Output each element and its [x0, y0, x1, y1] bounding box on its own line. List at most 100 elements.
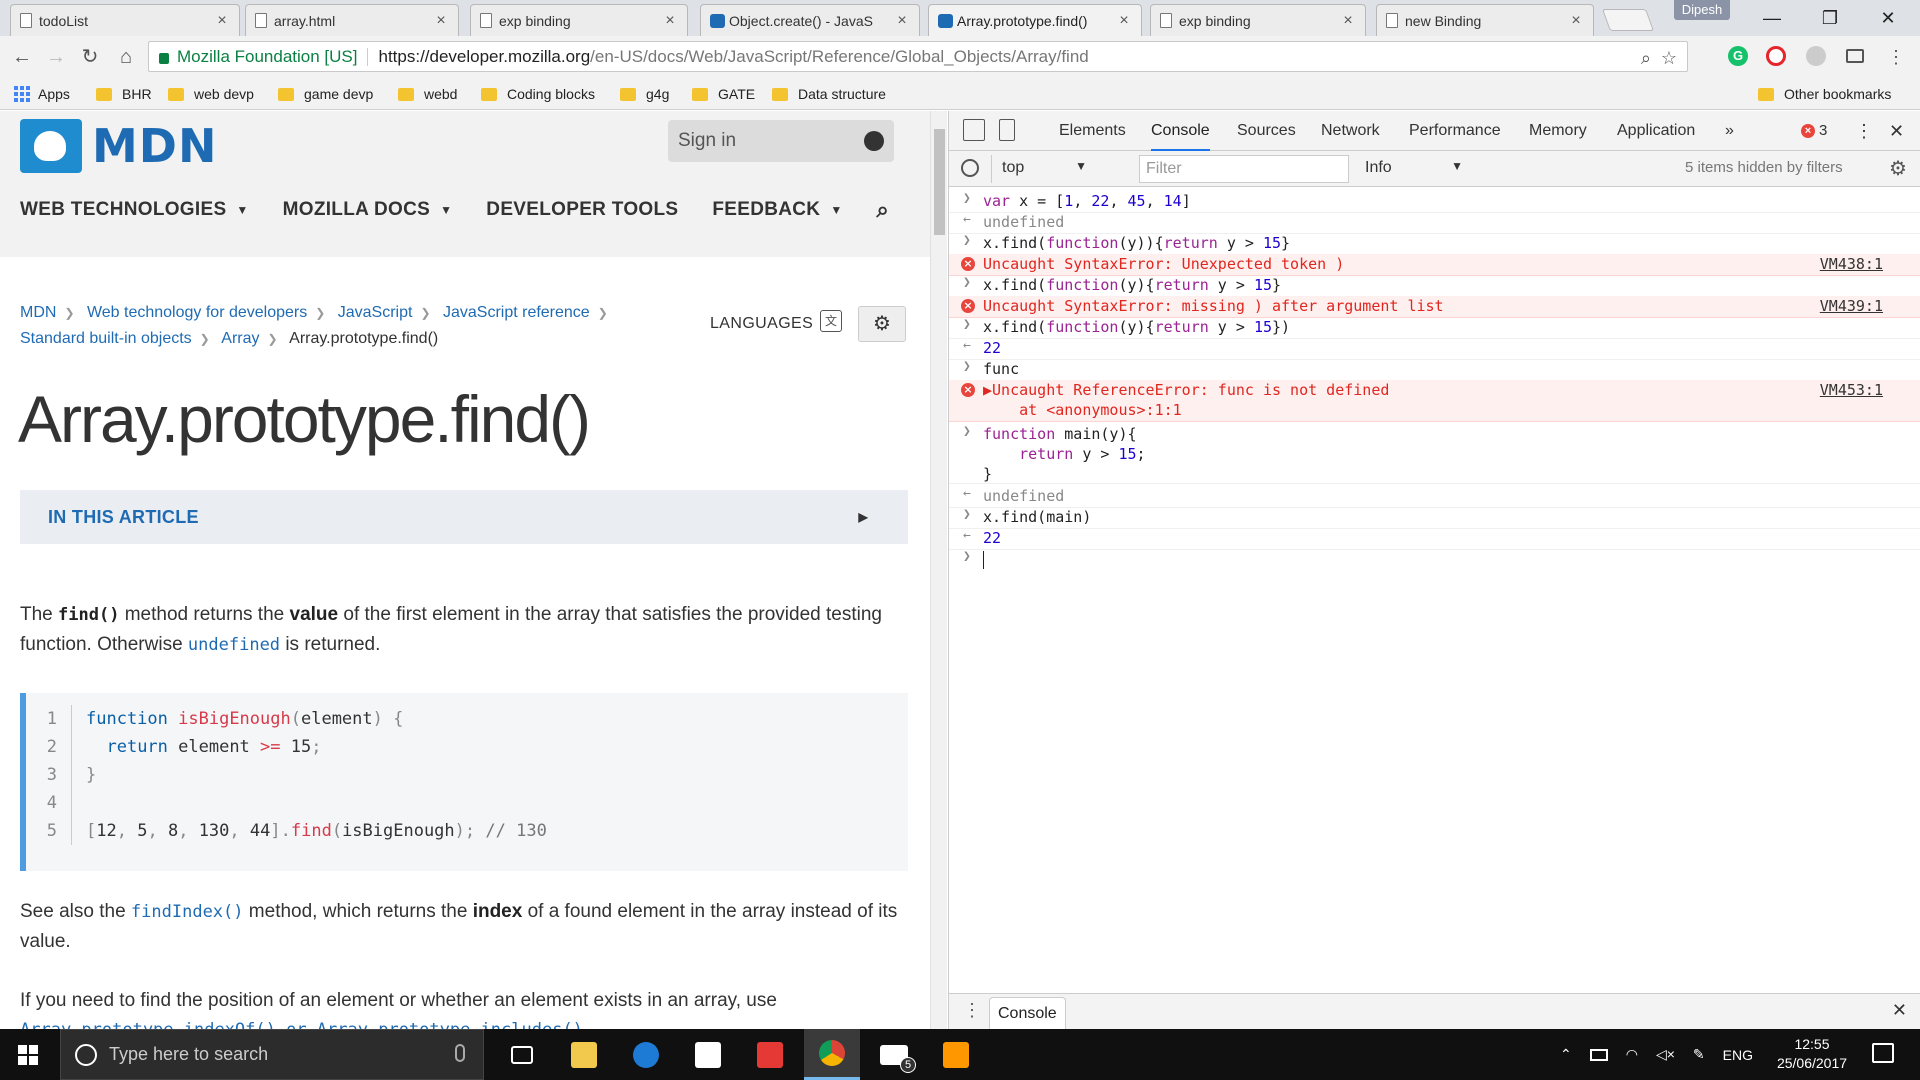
- bookmark-folder[interactable]: Coding blocks: [481, 83, 595, 105]
- page-scrollbar[interactable]: [930, 111, 947, 1029]
- bookmark-folder[interactable]: web devp: [168, 83, 254, 105]
- bookmark-other[interactable]: Other bookmarks: [1758, 83, 1891, 105]
- chevron-up-icon[interactable]: ⌃: [1560, 1046, 1572, 1063]
- clear-console-icon[interactable]: [961, 159, 979, 177]
- error-counter[interactable]: × 3: [1801, 122, 1827, 139]
- search-icon[interactable]: ⌕: [877, 197, 890, 223]
- close-tab-icon[interactable]: ×: [1341, 12, 1355, 30]
- reload-icon[interactable]: ↻: [76, 43, 104, 71]
- tab-exp-binding-2[interactable]: exp binding ×: [1150, 4, 1366, 36]
- wifi-icon[interactable]: ◠: [1626, 1046, 1638, 1063]
- close-tab-icon[interactable]: ×: [1569, 12, 1583, 30]
- in-this-article-toggle[interactable]: IN THIS ARTICLE ▶: [20, 490, 908, 544]
- tab-sources[interactable]: Sources: [1237, 111, 1296, 151]
- close-tab-icon[interactable]: ×: [663, 12, 677, 30]
- mail-icon[interactable]: 5: [866, 1029, 922, 1080]
- tab-array-find[interactable]: Array.prototype.find() ×: [928, 4, 1142, 36]
- tab-console[interactable]: Console: [1151, 111, 1210, 151]
- nav-web-technologies[interactable]: WEB TECHNOLOGIES ▼: [20, 197, 249, 223]
- gift-app-icon[interactable]: [742, 1029, 798, 1080]
- more-tabs-icon[interactable]: »: [1725, 111, 1734, 151]
- file-explorer-icon[interactable]: [556, 1029, 612, 1080]
- volume-muted-icon[interactable]: ◁×: [1656, 1046, 1675, 1063]
- menu-icon[interactable]: ⋮: [1882, 43, 1910, 71]
- gear-icon[interactable]: ⚙: [858, 306, 906, 342]
- minimize-icon[interactable]: —: [1743, 0, 1801, 36]
- restore-icon[interactable]: ❐: [1801, 0, 1859, 36]
- console-log[interactable]: ❯ var x = [1, 22, 45, 14] ← undefined ❯ x.f…: [949, 187, 1920, 927]
- edge-icon[interactable]: [618, 1029, 674, 1080]
- close-tab-icon[interactable]: ×: [215, 12, 229, 30]
- scrollbar-thumb[interactable]: [934, 129, 945, 235]
- context-select[interactable]: top ▼: [991, 155, 1091, 183]
- close-tab-icon[interactable]: ×: [895, 12, 909, 30]
- tab-application[interactable]: Application: [1617, 111, 1695, 151]
- breadcrumb-link[interactable]: JavaScript reference: [443, 304, 590, 321]
- star-icon[interactable]: ☆: [1661, 48, 1677, 69]
- filter-input[interactable]: Filter: [1139, 155, 1349, 183]
- back-icon[interactable]: ←: [8, 43, 36, 71]
- indexof-link[interactable]: Array.prototype.indexOf() or Array.proto…: [20, 1020, 593, 1029]
- sublime-text-icon[interactable]: [928, 1029, 984, 1080]
- task-view-icon[interactable]: [494, 1029, 550, 1080]
- breadcrumb-link[interactable]: Standard built-in objects: [20, 330, 192, 347]
- home-icon[interactable]: ⌂: [112, 43, 140, 71]
- source-link[interactable]: VM438:1: [1820, 254, 1883, 274]
- tab-elements[interactable]: Elements: [1059, 111, 1126, 151]
- tab-todolist[interactable]: todoList ×: [10, 4, 240, 36]
- source-link[interactable]: VM453:1: [1820, 380, 1883, 400]
- grammarly-icon[interactable]: G: [1728, 46, 1748, 66]
- nav-feedback[interactable]: FEEDBACK ▼: [712, 197, 842, 223]
- undefined-link[interactable]: undefined: [188, 635, 280, 655]
- profile-button[interactable]: Dipesh: [1674, 0, 1730, 20]
- bookmark-folder[interactable]: webd: [398, 83, 457, 105]
- pen-icon[interactable]: ✎: [1693, 1046, 1705, 1063]
- tab-new-binding[interactable]: new Binding ×: [1376, 4, 1594, 36]
- console-prompt[interactable]: ❯: [949, 549, 1920, 573]
- tab-object-create[interactable]: Object.create() - JavaS ×: [700, 4, 920, 36]
- store-icon[interactable]: [680, 1029, 736, 1080]
- breadcrumb-link[interactable]: Web technology for developers: [87, 304, 307, 321]
- chrome-icon[interactable]: [804, 1029, 860, 1080]
- bookmark-folder[interactable]: g4g: [620, 83, 669, 105]
- opera-icon[interactable]: [1766, 46, 1786, 66]
- bookmark-folder[interactable]: game devp: [278, 83, 373, 105]
- windows-start-icon[interactable]: [18, 1045, 38, 1065]
- languages-label[interactable]: LANGUAGES: [710, 315, 813, 333]
- drawer-tab-console[interactable]: Console: [989, 997, 1066, 1029]
- nav-mozilla-docs[interactable]: MOZILLA DOCS ▼: [283, 197, 453, 223]
- tab-memory[interactable]: Memory: [1529, 111, 1587, 151]
- breadcrumb-link[interactable]: Array: [221, 330, 259, 347]
- tab-performance[interactable]: Performance: [1409, 111, 1501, 151]
- device-toolbar-icon[interactable]: [999, 119, 1015, 141]
- new-tab-button[interactable]: [1601, 9, 1655, 31]
- zoom-icon[interactable]: ⌕: [1641, 48, 1651, 69]
- taskbar-search[interactable]: Type here to search: [60, 1029, 484, 1080]
- sign-in-button[interactable]: Sign in: [668, 120, 894, 162]
- extension-icon[interactable]: [1806, 46, 1826, 66]
- bookmark-folder[interactable]: GATE: [692, 83, 755, 105]
- findindex-link[interactable]: findIndex(): [131, 902, 244, 922]
- close-tab-icon[interactable]: ×: [1117, 12, 1131, 30]
- notification-icon[interactable]: [1872, 1043, 1894, 1063]
- console-settings-icon[interactable]: ⚙: [1889, 156, 1907, 181]
- bookmark-folder[interactable]: Data structure: [772, 83, 886, 105]
- breadcrumb-link[interactable]: JavaScript: [338, 304, 413, 321]
- clock[interactable]: 12:55 25/06/2017: [1767, 1035, 1857, 1073]
- tab-network[interactable]: Network: [1321, 111, 1380, 151]
- tab-array-html[interactable]: array.html ×: [245, 4, 459, 36]
- drawer-menu-icon[interactable]: ⋮: [963, 1000, 981, 1021]
- bookmark-folder[interactable]: BHR: [96, 83, 152, 105]
- close-devtools-icon[interactable]: ✕: [1889, 111, 1904, 151]
- source-link[interactable]: VM439:1: [1820, 296, 1883, 316]
- tab-exp-binding[interactable]: exp binding ×: [470, 4, 688, 36]
- level-select[interactable]: Info ▼: [1357, 155, 1467, 183]
- close-drawer-icon[interactable]: ✕: [1892, 1000, 1907, 1021]
- translate-icon[interactable]: 文: [820, 310, 842, 332]
- nav-developer-tools[interactable]: DEVELOPER TOOLS: [486, 197, 678, 223]
- battery-icon[interactable]: [1589, 1048, 1608, 1061]
- forward-icon[interactable]: →: [42, 43, 70, 71]
- inspect-element-icon[interactable]: [963, 119, 985, 141]
- close-window-icon[interactable]: ✕: [1859, 0, 1917, 36]
- mdn-logo[interactable]: MDN: [20, 119, 217, 173]
